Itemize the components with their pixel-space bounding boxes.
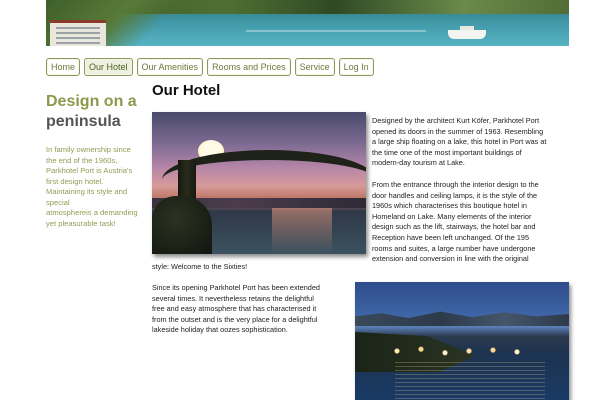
header-boat [448, 26, 486, 39]
sidebar-intro-line: Parkhotel Port is Austria's [46, 166, 133, 175]
sidebar-intro-line: first design hotel. [46, 176, 104, 186]
sidebar-intro: In family ownership since the end of the… [46, 145, 146, 229]
night-water-reflection [395, 362, 545, 400]
paragraph-line: Homeland on Lake. Many elements of the i… [372, 211, 532, 221]
night-town-lights [381, 342, 541, 360]
paragraph-line: a large ship floating on a lake, this ho… [372, 137, 547, 147]
sidebar-intro-line: yet pleasurable task! [46, 218, 116, 228]
paragraph-line: rooms and suites, a large number have un… [372, 243, 536, 253]
paragraph-line: 1960s which characterises this boutique … [372, 201, 527, 211]
paragraph-line: Reception have been left unchanged. Of t… [372, 232, 530, 242]
paragraph-line: door handles and ceiling lamps, it is th… [372, 190, 538, 200]
sidebar-intro-line: Maintaining its style and [46, 187, 128, 196]
paragraph-line: several times. It nevertheless retains t… [152, 293, 314, 303]
tab-our-amenities[interactable]: Our Amenities [136, 58, 204, 76]
sidebar-title-line2: peninsula [46, 113, 121, 130]
sidebar-intro-line: the end of the 1960s, [46, 155, 118, 165]
sidebar-intro-line: In family ownership since [46, 145, 131, 154]
tab-our-hotel[interactable]: Our Hotel [84, 58, 133, 76]
paragraph-line: free and easy atmosphere that has charac… [152, 304, 317, 314]
paragraph-extensions: Since its opening Parkhotel Port has bee… [152, 283, 348, 336]
header-hotel-building [50, 20, 106, 46]
night-mountains [355, 311, 569, 326]
tab-log-in[interactable]: Log In [338, 58, 374, 76]
tab-home[interactable]: Home [46, 58, 81, 76]
paragraph-line: Designed by the architect Kurt Köfer, Pa… [372, 116, 540, 125]
sunset-water-glow [272, 208, 332, 254]
sunset-lake-photo [152, 112, 366, 254]
header-water-sparkle [246, 30, 426, 32]
paragraph-line: from the outset and is the very place fo… [152, 314, 318, 324]
tab-service[interactable]: Service [294, 58, 335, 76]
main-content: Our Hotel [152, 82, 570, 100]
sidebar-title-line1: Design on a [46, 93, 137, 110]
paragraph-design-continuation: style: Welcome to the Sixties! [152, 262, 248, 271]
main-nav: Home Our Hotel Our Amenities Rooms and P… [46, 58, 378, 76]
sidebar-intro-line: special [46, 197, 70, 207]
page-title: Our Hotel [152, 82, 221, 99]
paragraph-line: opened its doors in the summer of 1963. … [372, 126, 544, 136]
paragraph-line: the time one of the most important build… [372, 147, 522, 157]
paragraph-design: From the entrance through the interior d… [372, 180, 570, 265]
paragraph-line: From the entrance through the interior d… [372, 180, 539, 189]
sidebar: Design on a peninsula In family ownershi… [46, 92, 146, 229]
paragraph-line: design such as the lift, stairways, the … [372, 222, 536, 232]
paragraph-line: lakeside holiday that oozes sophisticati… [152, 325, 288, 335]
paragraph-line: Since its opening Parkhotel Port has bee… [152, 283, 320, 292]
header-lake-photo [46, 0, 569, 46]
tab-rooms-and-prices[interactable]: Rooms and Prices [207, 58, 291, 76]
paragraph-history: Designed by the architect Kurt Köfer, Pa… [372, 116, 570, 169]
paragraph-line: modern-day tourism at Lake. [372, 158, 465, 168]
sidebar-intro-line: atmosphereis a demanding [46, 208, 138, 217]
night-lake-photo [355, 282, 569, 400]
sunset-bush [152, 196, 212, 254]
